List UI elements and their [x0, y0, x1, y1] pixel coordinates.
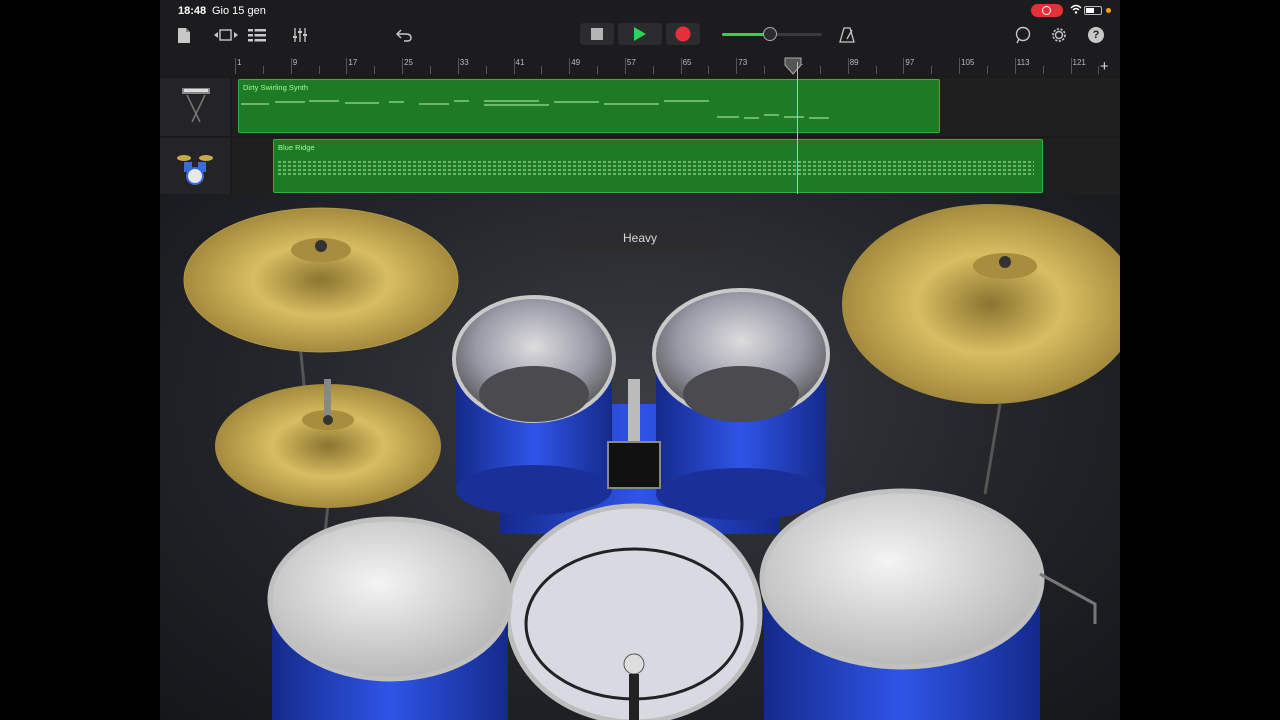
- ruler-tick: [569, 58, 571, 74]
- play-icon: [634, 27, 646, 41]
- ruler-minor-tick: [597, 66, 599, 74]
- stop-button[interactable]: [580, 23, 614, 45]
- crash-cymbal[interactable]: [183, 207, 459, 353]
- ruler-minor-tick: [931, 66, 933, 74]
- ruler-bar-number: 9: [292, 58, 298, 67]
- record-icon: [675, 26, 691, 42]
- ruler-minor-tick: [485, 66, 487, 74]
- track-header-drums[interactable]: [160, 138, 230, 196]
- ruler-minor-tick: [819, 66, 821, 74]
- ruler-minor-tick: [764, 66, 766, 74]
- ruler-minor-tick: [429, 66, 431, 74]
- settings-icon[interactable]: [1048, 24, 1070, 46]
- metronome-icon[interactable]: [836, 25, 858, 45]
- ride-cymbal[interactable]: [842, 204, 1120, 404]
- ruler-bar-number: 49: [571, 58, 581, 67]
- drum-kit-icon: [177, 155, 213, 185]
- track-lane-synth[interactable]: Dirty Swirling Synth: [232, 78, 1120, 136]
- midi-notes: [278, 161, 1034, 175]
- track-header-synth[interactable]: [160, 78, 230, 136]
- tom-2[interactable]: [652, 288, 830, 520]
- ruler-tick: [847, 58, 849, 74]
- garageband-app: 18:48 Gio 15 gen ? 1 9 17 25 33 41 49 57…: [160, 0, 1120, 720]
- loop-icon[interactable]: [1012, 24, 1034, 46]
- hi-hat[interactable]: [215, 379, 441, 508]
- ruler-tick: [235, 58, 236, 74]
- volume-slider[interactable]: [722, 27, 822, 41]
- volume-knob[interactable]: [763, 27, 777, 41]
- wifi-icon: [1070, 4, 1082, 17]
- ruler-bar-number: 41: [515, 58, 525, 67]
- ruler-minor-tick: [541, 66, 543, 74]
- ruler-tick: [513, 58, 515, 74]
- tracks-area: Dirty Swirling Synth Blue Ridge: [160, 76, 1120, 196]
- ruler-tick: [903, 58, 905, 74]
- ruler-minor-tick: [708, 66, 710, 74]
- ruler-minor-tick: [374, 66, 376, 74]
- ruler-bar-number: 33: [459, 58, 469, 67]
- ruler-minor-tick: [652, 66, 654, 74]
- help-icon: ?: [1088, 27, 1104, 43]
- play-button[interactable]: [618, 23, 662, 45]
- control-bar: ?: [160, 22, 1120, 56]
- ruler-minor-tick: [875, 66, 877, 74]
- ruler-tick: [402, 58, 404, 74]
- ruler-tick: [680, 58, 682, 74]
- region-synth[interactable]: Dirty Swirling Synth: [238, 79, 940, 133]
- ruler-bar-number: 97: [905, 58, 915, 67]
- ruler-tick: [736, 58, 738, 74]
- playhead[interactable]: [797, 62, 798, 194]
- stop-icon: [591, 28, 603, 40]
- keyboard-synth-icon: [182, 88, 210, 123]
- document-icon[interactable]: [174, 25, 194, 45]
- ruler-bar-number: 65: [682, 58, 692, 67]
- ruler-bar-number: 105: [961, 58, 975, 67]
- ruler-bar-number: 57: [626, 58, 636, 67]
- kit-name-label[interactable]: Heavy: [562, 223, 718, 253]
- ruler-tick: [1014, 58, 1016, 74]
- clock-date: Gio 15 gen: [212, 5, 266, 17]
- timeline-ruler[interactable]: 191725334149576573818997105113121: [232, 56, 1120, 77]
- snare-drum[interactable]: [267, 516, 513, 720]
- ruler-minor-tick: [986, 66, 988, 74]
- clock-time: 18:48: [178, 5, 207, 17]
- mixer-icon[interactable]: [289, 25, 311, 45]
- track-lane-drums[interactable]: Blue Ridge: [232, 138, 1120, 196]
- record-button[interactable]: [666, 23, 700, 45]
- ruler-tick: [624, 58, 626, 74]
- region-drums[interactable]: Blue Ridge: [273, 139, 1043, 193]
- ruler-minor-tick: [262, 66, 264, 74]
- undo-icon[interactable]: [393, 25, 415, 45]
- ruler-bar-number: 25: [404, 58, 413, 67]
- track-view-icon[interactable]: [212, 25, 240, 45]
- midi-notes: [241, 100, 829, 119]
- floor-tom[interactable]: [759, 488, 1097, 720]
- status-bar: 18:48 Gio 15 gen: [160, 0, 1120, 22]
- kick-drum[interactable]: [505, 503, 763, 720]
- ruler-bar-number: 73: [738, 58, 748, 67]
- battery-icon: [1084, 6, 1102, 15]
- help-button[interactable]: ?: [1085, 24, 1107, 46]
- ruler-tick: [457, 58, 459, 74]
- add-section-button[interactable]: +: [1100, 58, 1109, 75]
- drum-kit-stage: Heavy: [160, 194, 1120, 720]
- screen-recording-indicator[interactable]: [1031, 4, 1063, 17]
- ruler-bar-number: 89: [849, 58, 859, 67]
- ruler-tick: [346, 58, 348, 74]
- list-view-icon[interactable]: [246, 25, 268, 45]
- ruler-tick: [290, 58, 292, 74]
- ruler-tick: [1070, 58, 1072, 74]
- battery-status-dot: [1106, 8, 1111, 13]
- tom-1[interactable]: [452, 295, 616, 515]
- ruler-tick: [959, 58, 961, 74]
- ruler-bar-number: 121: [1072, 58, 1086, 67]
- playhead-marker[interactable]: [784, 57, 802, 75]
- ruler-minor-tick: [1042, 66, 1044, 74]
- ruler-bar-number: 17: [348, 58, 358, 67]
- ruler-bar-number: 113: [1016, 58, 1030, 67]
- ruler-minor-tick: [318, 66, 320, 74]
- ruler-bar-number: 1: [237, 58, 242, 67]
